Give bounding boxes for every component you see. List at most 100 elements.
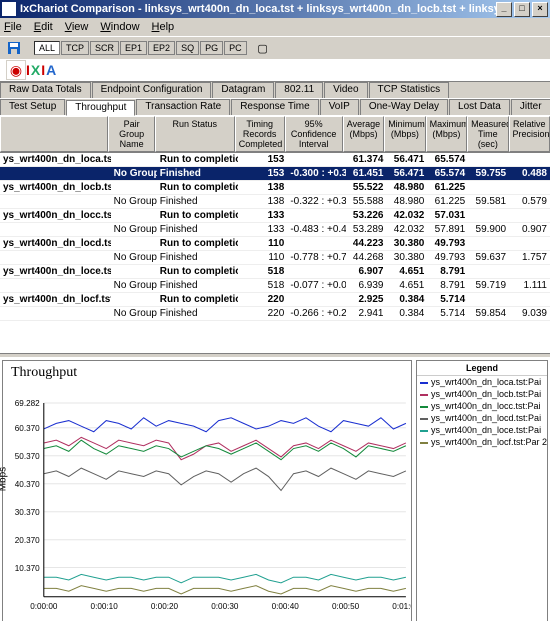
- cell-rel: 0.488: [509, 167, 550, 180]
- tab-raw-data-totals[interactable]: Raw Data Totals: [0, 82, 91, 98]
- cell-min: 48.980: [387, 181, 428, 194]
- cell-pg: [111, 265, 157, 278]
- menu-window[interactable]: Window: [100, 21, 139, 33]
- col-min[interactable]: Minimum (Mbps): [384, 116, 425, 152]
- svg-text:0:01:00: 0:01:00: [392, 602, 411, 611]
- tab-one-way-delay[interactable]: One-Way Delay: [360, 99, 448, 115]
- table-row[interactable]: No GroupFinished110-0.778 : +0.77844.268…: [0, 251, 550, 265]
- tab-response-time[interactable]: Response Time: [231, 99, 318, 115]
- close-button[interactable]: ×: [532, 2, 548, 17]
- filter-sq[interactable]: SQ: [176, 41, 199, 55]
- filter-ep1[interactable]: EP1: [120, 41, 147, 55]
- cell-pg: No Group: [111, 195, 157, 208]
- tab-lost-data[interactable]: Lost Data: [449, 99, 510, 115]
- cell-min: 4.651: [387, 279, 428, 292]
- cell-rel: 1.111: [509, 279, 550, 292]
- cell-rec: 138: [238, 181, 288, 194]
- cell-time: [468, 265, 509, 278]
- cell-time: 59.581: [468, 195, 509, 208]
- cell-rec: 138: [238, 195, 288, 208]
- throughput-chart: 10.37020.37030.37040.37050.37060.37069.2…: [3, 385, 411, 621]
- cell-status: Finished: [157, 167, 238, 180]
- filter-bar: ALLTCPSCREP1EP2SQPGPC: [34, 41, 247, 55]
- legend-item[interactable]: ys_wrt400n_dn_locd.tst:Pai: [417, 412, 547, 424]
- legend-item[interactable]: ys_wrt400n_dn_locf.tst:Par 2: [417, 436, 547, 448]
- tab-jitter[interactable]: Jitter: [511, 99, 550, 115]
- table-row[interactable]: ys_wrt400n_dn_loce.tstRun to completion5…: [0, 265, 550, 279]
- cell-status: Finished: [157, 279, 238, 292]
- table-row[interactable]: No GroupFinished220-0.266 : +0.2662.9410…: [0, 307, 550, 321]
- maximize-button[interactable]: □: [514, 2, 530, 17]
- tab-802-11[interactable]: 802.11: [275, 82, 323, 98]
- col-avg[interactable]: Average (Mbps): [343, 116, 384, 152]
- col-time[interactable]: Measured Time (sec): [467, 116, 508, 152]
- tab-transaction-rate[interactable]: Transaction Rate: [136, 99, 230, 115]
- menu-view[interactable]: View: [65, 21, 89, 33]
- col-timing[interactable]: Timing Records Completed: [235, 116, 285, 152]
- table-row[interactable]: ys_wrt400n_dn_locb.tstRun to completion1…: [0, 181, 550, 195]
- cell-time: 59.637: [468, 251, 509, 264]
- cell-rec: 518: [238, 265, 288, 278]
- cell-rec: 153: [238, 153, 288, 166]
- cell-rec: 110: [238, 251, 288, 264]
- filter-tcp[interactable]: TCP: [61, 41, 89, 55]
- titlebar[interactable]: IxChariot Comparison - linksys_wrt400n_d…: [0, 0, 550, 18]
- table-row[interactable]: No GroupFinished153-0.300 : +0.30061.451…: [0, 167, 550, 181]
- legend-item[interactable]: ys_wrt400n_dn_loca.tst:Pai: [417, 376, 547, 388]
- table-row[interactable]: ys_wrt400n_dn_locf.tstRun to completion2…: [0, 293, 550, 307]
- cell-ci: [287, 293, 345, 306]
- table-row[interactable]: No GroupFinished133-0.483 : +0.48353.289…: [0, 223, 550, 237]
- tab-tcp-statistics[interactable]: TCP Statistics: [369, 82, 450, 98]
- cell-max: 8.791: [427, 279, 468, 292]
- ixia-logo: IXIA: [26, 62, 57, 78]
- tab-video[interactable]: Video: [324, 82, 367, 98]
- cell-pg: No Group: [111, 223, 157, 236]
- cell-avg: 2.925: [346, 293, 387, 306]
- tab-datagram[interactable]: Datagram: [212, 82, 274, 98]
- filter-pc[interactable]: PC: [224, 41, 247, 55]
- table-row[interactable]: ys_wrt400n_dn_loca.tstRun to completion1…: [0, 153, 550, 167]
- col-rel[interactable]: Relative Precision: [509, 116, 550, 152]
- cell-time: [468, 181, 509, 194]
- menu-help[interactable]: Help: [152, 21, 175, 33]
- cell-time: 59.755: [468, 167, 509, 180]
- col-max[interactable]: Maximum (Mbps): [426, 116, 467, 152]
- cell-status: Finished: [157, 251, 238, 264]
- table-row[interactable]: ys_wrt400n_dn_locd.tstRun to completion1…: [0, 237, 550, 251]
- data-grid[interactable]: ys_wrt400n_dn_loca.tstRun to completion1…: [0, 153, 550, 353]
- col-name[interactable]: [0, 116, 108, 152]
- svg-text:0:00:40: 0:00:40: [272, 602, 300, 611]
- col-ci[interactable]: 95% Confidence Interval: [285, 116, 343, 152]
- table-row[interactable]: ys_wrt400n_dn_locc.tstRun to completion1…: [0, 209, 550, 223]
- tab-voip[interactable]: VoIP: [320, 99, 359, 115]
- filter-pg[interactable]: PG: [200, 41, 223, 55]
- cell-name: ys_wrt400n_dn_loce.tst: [0, 265, 111, 278]
- cell-status: Run to completion: [157, 237, 238, 250]
- legend-item[interactable]: ys_wrt400n_dn_locb.tst:Pai: [417, 388, 547, 400]
- menu-edit[interactable]: Edit: [34, 21, 53, 33]
- filter-scr[interactable]: SCR: [90, 41, 119, 55]
- cell-name: ys_wrt400n_dn_locd.tst: [0, 237, 111, 250]
- filter-all[interactable]: ALL: [34, 41, 60, 55]
- col-pairgroup[interactable]: Pair Group Name: [108, 116, 154, 152]
- legend-item[interactable]: ys_wrt400n_dn_loce.tst:Pai: [417, 424, 547, 436]
- toggle-button[interactable]: ▢: [253, 38, 273, 58]
- tab-throughput[interactable]: Throughput: [66, 100, 135, 116]
- svg-text:20.370: 20.370: [15, 536, 40, 545]
- filter-ep2[interactable]: EP2: [148, 41, 175, 55]
- cell-name: ys_wrt400n_dn_locb.tst: [0, 181, 111, 194]
- menu-file[interactable]: File: [4, 21, 22, 33]
- cell-rel: 0.907: [509, 223, 550, 236]
- cell-ci: -0.077 : +0.077: [287, 279, 345, 292]
- col-runstatus[interactable]: Run Status: [155, 116, 235, 152]
- menubar: File Edit View Window Help: [0, 18, 550, 36]
- minimize-button[interactable]: _: [496, 2, 512, 17]
- tab-endpoint-configuration[interactable]: Endpoint Configuration: [92, 82, 212, 98]
- legend-item[interactable]: ys_wrt400n_dn_locc.tst:Pai: [417, 400, 547, 412]
- legend-panel: Legend ys_wrt400n_dn_loca.tst:Paiys_wrt4…: [416, 360, 548, 621]
- tab-test-setup[interactable]: Test Setup: [0, 99, 65, 115]
- save-button[interactable]: [4, 38, 24, 58]
- cell-max: 65.574: [427, 153, 468, 166]
- table-row[interactable]: No GroupFinished138-0.322 : +0.32255.588…: [0, 195, 550, 209]
- table-row[interactable]: No GroupFinished518-0.077 : +0.0776.9394…: [0, 279, 550, 293]
